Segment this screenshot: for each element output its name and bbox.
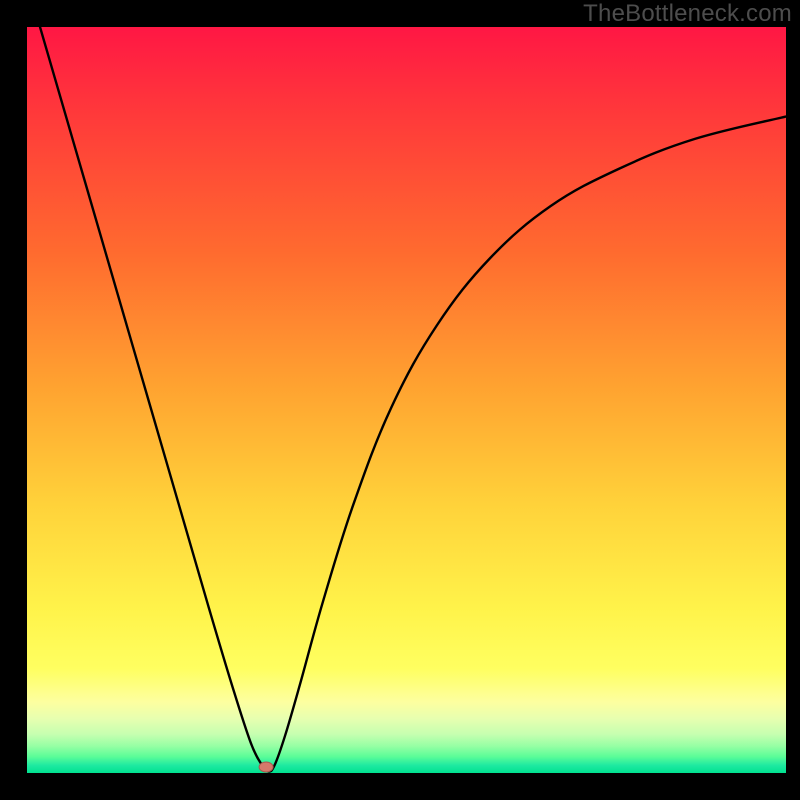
watermark-text: TheBottleneck.com <box>583 0 792 28</box>
chart-container: TheBottleneck.com <box>0 0 800 800</box>
optimal-marker <box>259 762 273 772</box>
bottleneck-chart <box>0 0 800 800</box>
plot-area <box>27 27 786 773</box>
